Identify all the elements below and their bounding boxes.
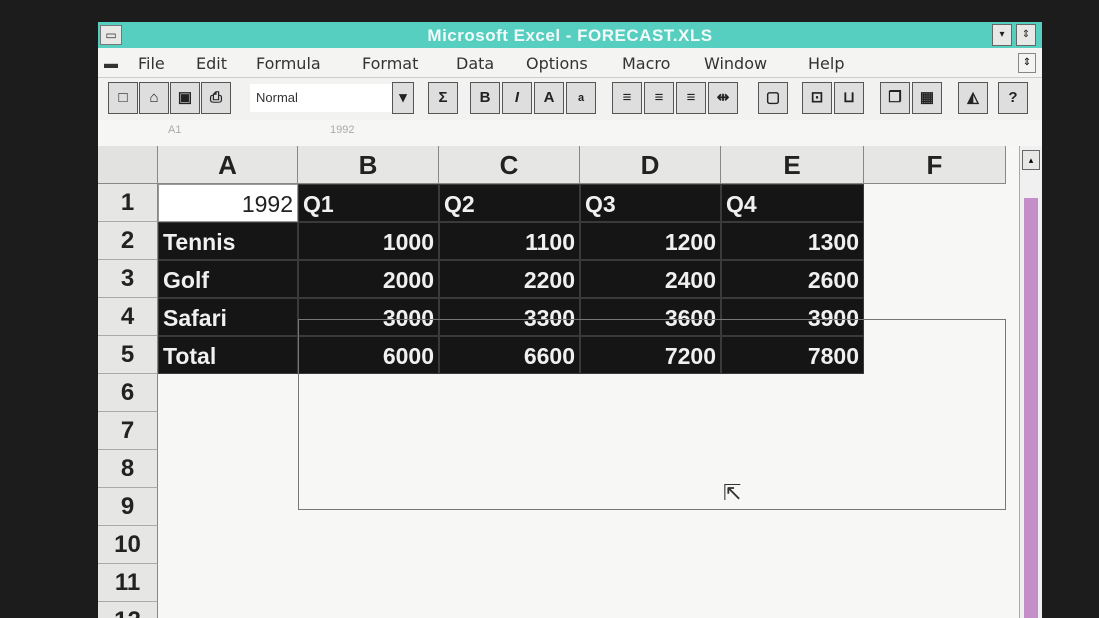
excel-window: ▭ Microsoft Excel - FORECAST.XLS ▾ ⇕ ▬ F… xyxy=(98,22,1042,618)
standard-toolbar: □ ⌂ ▣ ⎙ Normal ▾ Σ B I A a ≡ ≡ ≡ ⇹ ▢ ⊡ ⊔… xyxy=(98,78,1042,120)
column-header-e[interactable]: E xyxy=(721,146,864,184)
chart-icon[interactable]: ▦ xyxy=(912,82,942,114)
autosum-icon[interactable]: Σ xyxy=(428,82,458,114)
cell-c1[interactable]: Q2 xyxy=(439,184,580,222)
row-header-6[interactable]: 6 xyxy=(98,374,158,412)
scroll-track[interactable] xyxy=(1024,198,1038,618)
new-icon[interactable]: □ xyxy=(108,82,138,114)
column-header-d[interactable]: D xyxy=(580,146,721,184)
menu-file[interactable]: File xyxy=(138,54,165,73)
window-title: Microsoft Excel - FORECAST.XLS xyxy=(427,26,713,45)
drawing-icon[interactable]: ◭ xyxy=(958,82,988,114)
scroll-up-icon[interactable]: ▴ xyxy=(1022,150,1040,170)
cell-a3[interactable]: Golf xyxy=(158,260,298,298)
align-right-icon[interactable]: ≡ xyxy=(676,82,706,114)
cell-e3[interactable]: 2600 xyxy=(721,260,864,298)
cell-d1[interactable]: Q3 xyxy=(580,184,721,222)
worksheet-grid: A B C D E F 1 2 3 4 5 6 7 8 9 10 11 12 1… xyxy=(98,146,1042,618)
row-header-11[interactable]: 11 xyxy=(98,564,158,602)
formula-input[interactable]: 1992 xyxy=(330,124,354,136)
border-outline-icon[interactable]: ▢ xyxy=(758,82,788,114)
italic-icon[interactable]: I xyxy=(502,82,532,114)
cell-a2[interactable]: Tennis xyxy=(158,222,298,260)
row-header-4[interactable]: 4 xyxy=(98,298,158,336)
vertical-scrollbar[interactable]: ▴ xyxy=(1019,146,1042,618)
style-dropdown-icon[interactable]: ▾ xyxy=(392,82,414,114)
menu-data[interactable]: Data xyxy=(456,54,494,73)
menu-options[interactable]: Options xyxy=(526,54,588,73)
cell-a4[interactable]: Safari xyxy=(158,298,298,336)
copy-icon[interactable]: ❐ xyxy=(880,82,910,114)
border-box-icon[interactable]: ⊡ xyxy=(802,82,832,114)
cell-d3[interactable]: 2400 xyxy=(580,260,721,298)
menu-macro[interactable]: Macro xyxy=(622,54,670,73)
print-icon[interactable]: ⎙ xyxy=(201,82,231,114)
column-header-c[interactable]: C xyxy=(439,146,580,184)
cell-e1[interactable]: Q4 xyxy=(721,184,864,222)
row-header-5[interactable]: 5 xyxy=(98,336,158,374)
border-bottom-icon[interactable]: ⊔ xyxy=(834,82,864,114)
document-system-menu-icon[interactable]: ▬ xyxy=(104,55,118,71)
formula-bar: A1 1992 xyxy=(98,120,1042,146)
cell-a5[interactable]: Total xyxy=(158,336,298,374)
title-bar: ▭ Microsoft Excel - FORECAST.XLS ▾ ⇕ xyxy=(98,22,1042,48)
cell-e2[interactable]: 1300 xyxy=(721,222,864,260)
font-smaller-icon[interactable]: a xyxy=(566,82,596,114)
menu-edit[interactable]: Edit xyxy=(196,54,227,73)
menu-bar: ▬ File Edit Formula Format Data Options … xyxy=(98,49,1042,78)
open-icon[interactable]: ⌂ xyxy=(139,82,169,114)
mouse-pointer-icon: ⇱ xyxy=(723,480,742,505)
help-icon[interactable]: ? xyxy=(998,82,1028,114)
align-center-icon[interactable]: ≡ xyxy=(644,82,674,114)
row-header-12[interactable]: 12 xyxy=(98,602,158,618)
center-across-icon[interactable]: ⇹ xyxy=(708,82,738,114)
restore-document-button[interactable]: ⇕ xyxy=(1018,53,1036,73)
cell-c2[interactable]: 1100 xyxy=(439,222,580,260)
cell-b3[interactable]: 2000 xyxy=(298,260,439,298)
maximize-button[interactable]: ⇕ xyxy=(1016,24,1036,46)
row-header-9[interactable]: 9 xyxy=(98,488,158,526)
cell-b1[interactable]: Q1 xyxy=(298,184,439,222)
align-left-icon[interactable]: ≡ xyxy=(612,82,642,114)
select-all-corner[interactable] xyxy=(98,146,158,184)
row-header-1[interactable]: 1 xyxy=(98,184,158,222)
style-select[interactable]: Normal xyxy=(250,84,400,112)
row-header-3[interactable]: 3 xyxy=(98,260,158,298)
font-larger-icon[interactable]: A xyxy=(534,82,564,114)
menu-help[interactable]: Help xyxy=(808,54,844,73)
row-header-8[interactable]: 8 xyxy=(98,450,158,488)
cell-b2[interactable]: 1000 xyxy=(298,222,439,260)
cell-c3[interactable]: 2200 xyxy=(439,260,580,298)
chart-placement-outline[interactable] xyxy=(298,319,1006,510)
row-header-2[interactable]: 2 xyxy=(98,222,158,260)
row-header-10[interactable]: 10 xyxy=(98,526,158,564)
menu-formula[interactable]: Formula xyxy=(256,54,321,73)
cell-d2[interactable]: 1200 xyxy=(580,222,721,260)
row-header-7[interactable]: 7 xyxy=(98,412,158,450)
menu-window[interactable]: Window xyxy=(704,54,767,73)
column-header-f[interactable]: F xyxy=(864,146,1006,184)
minimize-button[interactable]: ▾ xyxy=(992,24,1012,46)
bold-icon[interactable]: B xyxy=(470,82,500,114)
column-header-b[interactable]: B xyxy=(298,146,439,184)
cell-a1[interactable]: 1992 xyxy=(158,184,298,222)
name-box[interactable]: A1 xyxy=(168,124,181,136)
save-icon[interactable]: ▣ xyxy=(170,82,200,114)
column-header-a[interactable]: A xyxy=(158,146,298,184)
menu-format[interactable]: Format xyxy=(362,54,418,73)
